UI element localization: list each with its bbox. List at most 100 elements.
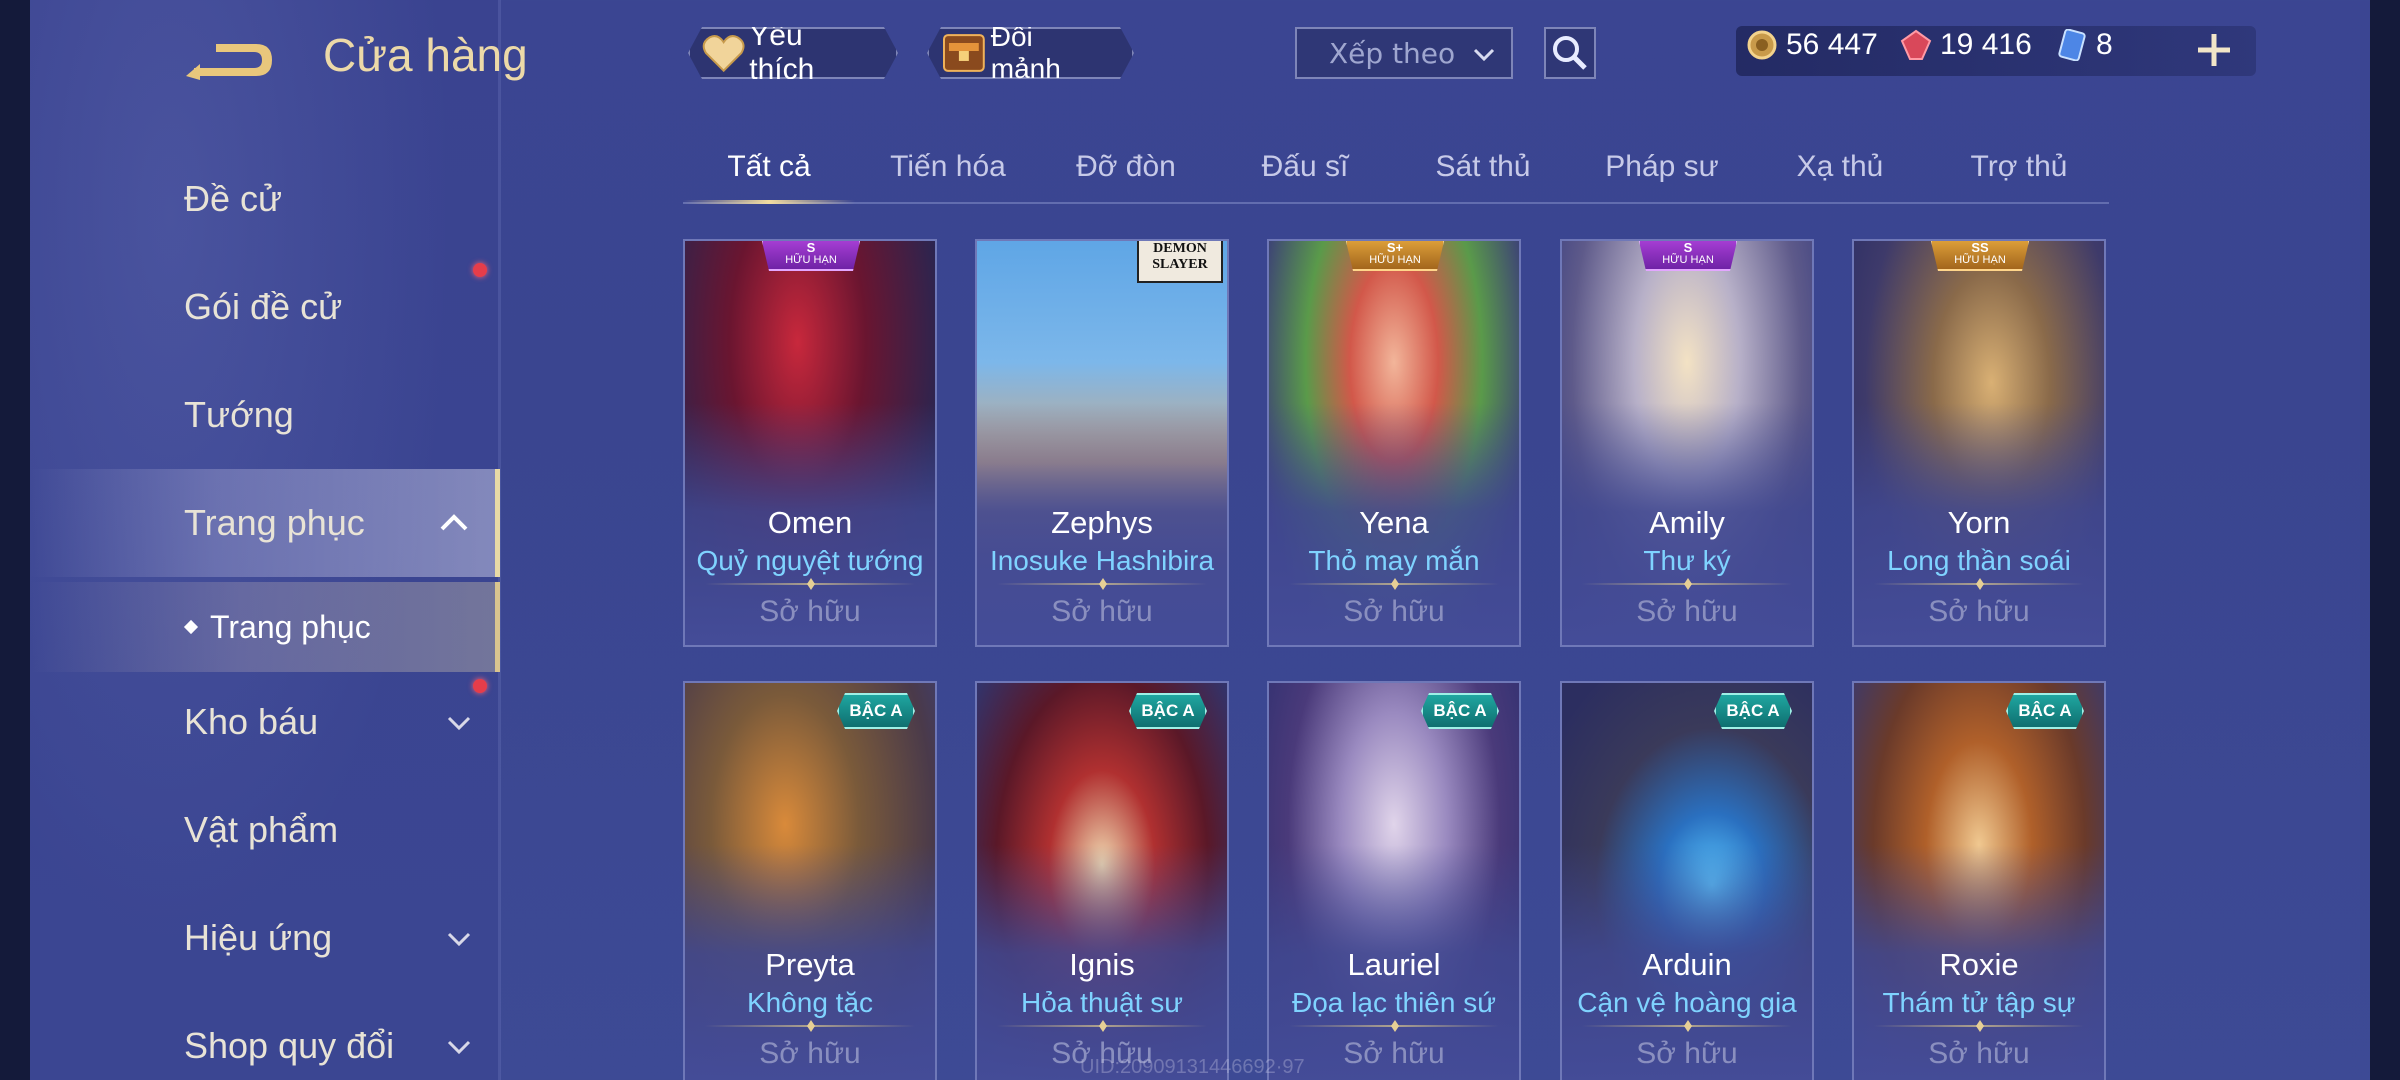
gold-currency: 56 447 (1746, 28, 1878, 62)
sidebar-subitem-label: Trang phục (210, 608, 371, 645)
tab-assassin[interactable]: Sát thủ (1397, 150, 1569, 184)
owned-status: Sở hữu (1928, 595, 2030, 628)
tab-mage[interactable]: Pháp sư (1576, 150, 1748, 184)
sidebar-item-exchange-shop[interactable]: Shop quy đổi (30, 992, 500, 1080)
search-button[interactable] (1544, 27, 1596, 79)
hero-name: Preyta (765, 947, 855, 982)
skin-name: Thỏ may mắn (1308, 545, 1480, 576)
hero-name: Yena (1359, 505, 1429, 540)
chevron-down-icon (447, 932, 471, 947)
limited-badge: S+ HỮU HẠN (1345, 241, 1445, 271)
sidebar-item-treasure[interactable]: Kho báu (30, 668, 500, 776)
owned-status: Sở hữu (1636, 595, 1738, 628)
sidebar-item-skins[interactable]: Trang phục (30, 469, 500, 577)
ruby-gem-icon (1900, 29, 1932, 60)
sidebar-item-label: Kho báu (184, 701, 319, 742)
tab-all[interactable]: Tất cả (683, 150, 855, 184)
skin-name: Inosuke Hashibira (989, 545, 1215, 576)
owned-status: Sở hữu (1636, 1037, 1738, 1070)
screen-edge-left (0, 0, 30, 1080)
exchange-fragments-button[interactable]: Đổi mảnh (927, 27, 1134, 79)
skin-name: Thư ký (1643, 545, 1731, 576)
skin-card-yena[interactable]: S+ HỮU HẠN Yena Thỏ may mắn Sở hữu (1267, 239, 1521, 647)
skin-card-arduin[interactable]: BẬC A Arduin Cận vệ hoàng gia Sở hữu (1560, 681, 1814, 1080)
gold-amount: 56 447 (1786, 28, 1878, 61)
chevron-down-icon (447, 716, 471, 731)
tab-support[interactable]: Trợ thủ (1933, 150, 2105, 184)
exchange-fragments-label: Đổi mảnh (990, 21, 1061, 84)
hero-name: Amily (1649, 505, 1725, 540)
sidebar-item-label: Vật phẩm (184, 809, 339, 850)
hero-name: Lauriel (1347, 947, 1441, 982)
skin-name: Cận vệ hoàng gia (1577, 987, 1797, 1018)
uid-watermark: UID:20909131446692·97 (1080, 1056, 1305, 1078)
chevron-up-icon (440, 514, 468, 531)
rank-badge: BẬC A (1714, 693, 1792, 729)
skin-card-roxie[interactable]: BẬC A Roxie Thám tử tập sự Sở hữu (1852, 681, 2106, 1080)
back-arrow-icon (186, 44, 272, 80)
hero-name: Zephys (1051, 505, 1153, 540)
chevron-down-icon (1473, 48, 1495, 62)
bullet-diamond-icon (183, 619, 199, 635)
owned-status: Sở hữu (1343, 595, 1445, 628)
hero-name: Ignis (1069, 947, 1135, 982)
ruby-amount: 19 416 (1940, 28, 2032, 61)
chevron-down-icon (447, 1040, 471, 1055)
page-title: Cửa hàng (323, 29, 528, 81)
voucher-currency: 8 (2056, 28, 2113, 62)
tab-fighter[interactable]: Đấu sĩ (1219, 150, 1391, 184)
skin-name: Không tặc (746, 987, 874, 1018)
sort-placeholder: Xếp theo (1329, 36, 1456, 70)
rank-badge: BẬC A (837, 693, 915, 729)
gold-coin-icon (1747, 30, 1777, 60)
sidebar-subitem-skins[interactable]: Trang phục (30, 582, 500, 672)
owned-status: Sở hữu (1051, 595, 1153, 628)
sidebar-item-recommended-packs[interactable]: Gói đề cử (30, 253, 500, 361)
sidebar-item-label: Tướng (184, 394, 294, 435)
skin-name: Thám tử tập sự (1882, 987, 2076, 1018)
heart-icon (702, 33, 745, 73)
sort-dropdown[interactable]: Xếp theo (1295, 27, 1513, 79)
limited-badge: S HỮU HẠN (761, 241, 861, 271)
skin-card-ignis[interactable]: BẬC A Ignis Hỏa thuật sư Sở hữu (975, 681, 1229, 1080)
skin-card-preyta[interactable]: BẬC A Preyta Không tặc Sở hữu (683, 681, 937, 1080)
owned-status: Sở hữu (759, 595, 861, 628)
hero-name: Omen (767, 505, 853, 540)
sidebar-item-label: Đề cử (184, 178, 283, 219)
skin-name: Hỏa thuật sư (1021, 987, 1183, 1018)
voucher-amount: 8 (2096, 28, 2113, 61)
skin-card-omen[interactable]: S HỮU HẠN Omen Quỷ nguyệt tướng Sở hữu (683, 239, 937, 647)
favorites-label: Yêu thích (749, 19, 815, 86)
screen-edge-right (2370, 0, 2400, 1080)
back-button[interactable] (186, 34, 276, 88)
sidebar-item-label: Trang phục (184, 502, 365, 543)
tab-evolution[interactable]: Tiến hóa (862, 150, 1034, 184)
sidebar-item-recommended[interactable]: Đề cử (30, 145, 500, 253)
skin-card-lauriel[interactable]: BẬC A Lauriel Đọa lạc thiên sứ Sở hữu (1267, 681, 1521, 1080)
ruby-currency: 19 416 (1900, 28, 2032, 62)
skin-card-amily[interactable]: S HỮU HẠN Amily Thư ký Sở hữu (1560, 239, 1814, 647)
skin-name: Đọa lạc thiên sứ (1292, 987, 1496, 1018)
search-icon (1553, 36, 1587, 70)
skin-name: Long thần soái (1887, 545, 2071, 576)
sidebar-item-items[interactable]: Vật phẩm (30, 776, 500, 884)
plus-icon (2198, 34, 2230, 66)
add-currency-button[interactable] (2194, 30, 2234, 70)
hero-name: Yorn (1947, 505, 2011, 540)
skin-card-zephys[interactable]: DEMON SLAYER Zephys Inosuke Hashibira Sở… (975, 239, 1229, 647)
rank-badge: BẬC A (2006, 693, 2084, 729)
active-tab-indicator (683, 200, 855, 204)
skin-name: Quỷ nguyệt tướng (696, 545, 924, 576)
sidebar-item-heroes[interactable]: Tướng (30, 361, 500, 469)
tab-tank[interactable]: Đỡ đòn (1040, 150, 1212, 184)
sidebar-item-effects[interactable]: Hiệu ứng (30, 884, 500, 992)
limited-badge: SS HỮU HẠN (1930, 241, 2030, 271)
skin-card-yorn[interactable]: SS HỮU HẠN Yorn Long thần soái Sở hữu (1852, 239, 2106, 647)
owned-status: Sở hữu (759, 1037, 861, 1070)
chest-icon (941, 31, 987, 75)
owned-status: Sở hữu (1928, 1037, 2030, 1070)
favorites-button[interactable]: Yêu thích (688, 27, 898, 79)
voucher-icon (2058, 29, 2086, 61)
tab-marksman[interactable]: Xạ thủ (1754, 150, 1926, 184)
sidebar-item-label: Gói đề cử (184, 286, 343, 327)
